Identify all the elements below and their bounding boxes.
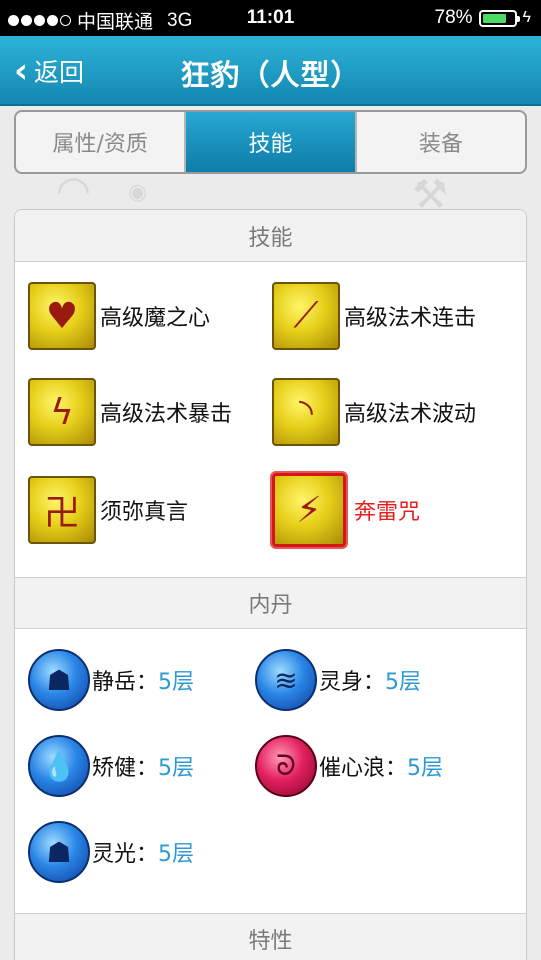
neidan-item[interactable]: ᘐ 催心浪： 5层 — [255, 735, 443, 797]
neidan-section-header: 内丹 — [15, 577, 526, 629]
wave-icon: ◝ — [272, 378, 340, 446]
skill-item[interactable]: ⟋ 高级法术连击 — [272, 282, 476, 350]
red-swirl-icon: ᘐ — [255, 735, 317, 797]
skill-name: 高级魔之心 — [100, 306, 211, 331]
neidan-item[interactable]: ☗ 灵光： 5层 — [28, 821, 194, 883]
battery-percent: 78% — [434, 7, 473, 28]
tab-equipment[interactable]: 装备 — [357, 112, 525, 172]
neidan-name: 催心浪： — [319, 756, 408, 781]
status-right: 78% ϟ — [435, 7, 532, 29]
battery-icon — [478, 9, 520, 27]
page-title: 狂豹（人型） — [180, 58, 361, 92]
slash-icon: ⟋ — [272, 282, 340, 350]
neidan-level: 5层 — [407, 756, 444, 781]
detail-card: 技能 ♥ 高级魔之心 ⟋ 高级法术连击 ϟ 高级法术暴击 ◝ 高级法术波动 卍 … — [14, 209, 527, 960]
skill-item[interactable]: ϟ 高级法术暴击 — [28, 378, 232, 446]
neidan-name: 矫健： — [92, 756, 159, 781]
spirit-body-icon: ≋ — [255, 649, 317, 711]
charging-icon: ϟ — [522, 9, 531, 26]
tab-bar: 属性/资质 技能 装备 — [14, 110, 527, 174]
tab-attributes[interactable]: 属性/资质 — [16, 112, 187, 172]
skill-name: 高级法术波动 — [344, 402, 477, 427]
crack-icon: ϟ — [28, 378, 96, 446]
neidan-level: 5层 — [158, 842, 195, 867]
nav-header: ‹ 返回 狂豹（人型） — [0, 36, 541, 106]
skill-name: 须弥真言 — [100, 500, 189, 525]
skills-section-header: 技能 — [15, 210, 526, 262]
neidan-name: 静岳： — [92, 670, 159, 695]
neidan-item[interactable]: ≋ 灵身： 5层 — [255, 649, 421, 711]
skills-grid: ♥ 高级魔之心 ⟋ 高级法术连击 ϟ 高级法术暴击 ◝ 高级法术波动 卍 须弥真… — [15, 262, 526, 577]
neidan-name: 灵光： — [92, 842, 159, 867]
traits-section-header: 特性 — [15, 913, 526, 960]
skill-item[interactable]: 卍 须弥真言 — [28, 476, 188, 544]
glow-figure-icon: ☗ — [28, 821, 90, 883]
background-decoration-icon: ◉ — [128, 180, 148, 205]
neidan-grid: ☗ 静岳： 5层 ≋ 灵身： 5层 💧 矫健： 5层 ᘐ 催心浪： 5层 ☗ 灵… — [15, 629, 526, 913]
droplet-icon: 💧 — [28, 735, 90, 797]
neidan-item[interactable]: 💧 矫健： 5层 — [28, 735, 194, 797]
neidan-name: 灵身： — [319, 670, 386, 695]
neidan-level: 5层 — [158, 756, 195, 781]
neidan-level: 5层 — [385, 670, 422, 695]
rune-icon: 卍 — [28, 476, 96, 544]
tab-skills[interactable]: 技能 — [186, 112, 357, 172]
lightning-icon: ⚡ — [272, 473, 346, 547]
skill-name: 高级法术连击 — [344, 306, 477, 331]
skill-name: 奔雷咒 — [354, 500, 421, 525]
skill-item-highlighted[interactable]: ⚡ 奔雷咒 — [272, 473, 420, 547]
heart-icon: ♥ — [28, 282, 96, 350]
neidan-item[interactable]: ☗ 静岳： 5层 — [28, 649, 194, 711]
status-bar: 中国联通 3G 11:01 78% ϟ — [0, 0, 541, 36]
skill-item[interactable]: ♥ 高级魔之心 — [28, 282, 210, 350]
skill-item[interactable]: ◝ 高级法术波动 — [272, 378, 476, 446]
background-decoration-icon: ◠ — [56, 168, 91, 214]
mountain-figure-icon: ☗ — [28, 649, 90, 711]
neidan-level: 5层 — [158, 670, 195, 695]
skill-name: 高级法术暴击 — [100, 402, 233, 427]
